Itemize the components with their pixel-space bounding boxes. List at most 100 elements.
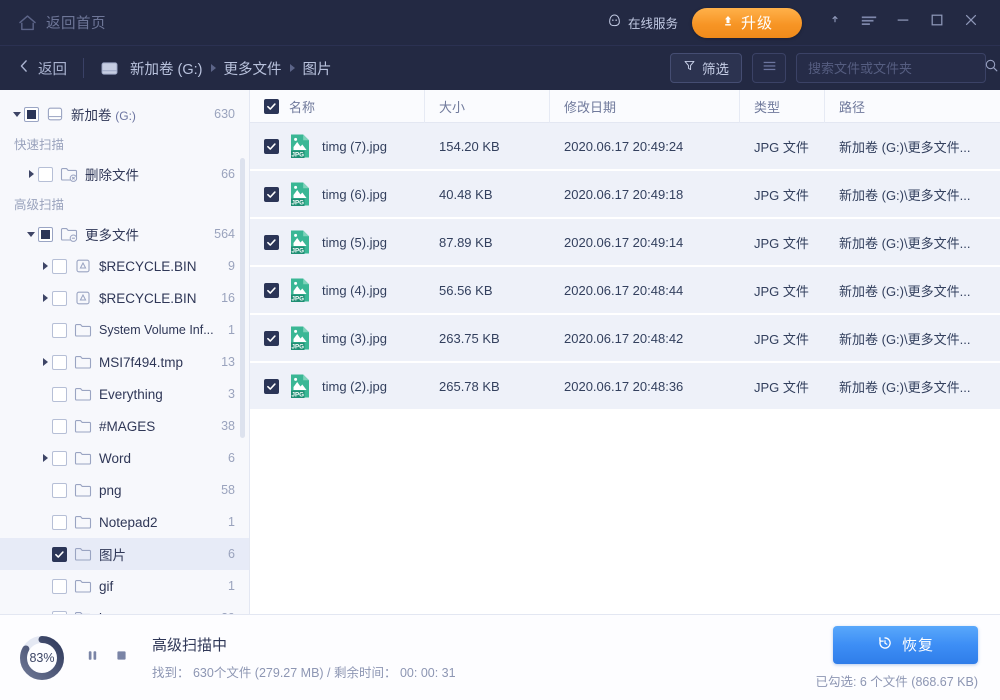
close-button[interactable] [954, 6, 988, 40]
tree-item-1-9[interactable]: Notepad21 [0, 506, 249, 538]
column-header-name[interactable]: 名称 [250, 90, 425, 123]
tree-toggle[interactable] [38, 294, 52, 302]
row-checkbox[interactable] [264, 187, 279, 202]
tree-item-1-1[interactable]: $RECYCLE.BIN9 [0, 250, 249, 282]
row-checkbox[interactable] [264, 331, 279, 346]
tree-item-label: 图片 [99, 544, 220, 564]
restore-clock-icon [877, 635, 893, 654]
tree-checkbox[interactable] [52, 323, 67, 338]
breadcrumb-item-1[interactable]: 更多文件 [224, 58, 282, 79]
cell-path: 新加卷 (G:)\更多文件... [825, 219, 1000, 265]
tree-checkbox[interactable] [52, 451, 67, 466]
tree-checkbox[interactable] [52, 291, 67, 306]
tree-item-count: 13 [221, 355, 235, 369]
stop-button[interactable] [115, 649, 128, 667]
breadcrumb-item-0[interactable]: 新加卷 (G:) [130, 58, 203, 79]
column-header-type[interactable]: 类型 [740, 90, 825, 123]
tree-toggle[interactable] [38, 454, 52, 462]
tree-toggle[interactable] [38, 262, 52, 270]
tree-checkbox[interactable] [52, 387, 67, 402]
cell-date: 2020.06.17 20:48:42 [550, 315, 740, 361]
row-checkbox[interactable] [264, 379, 279, 394]
status-actions: 恢复 已勾选: 6 个文件 (868.67 KB) [815, 626, 978, 690]
filter-button[interactable]: 筛选 [670, 53, 742, 83]
tree-item-1-8[interactable]: png58 [0, 474, 249, 506]
upgrade-button[interactable]: 升级 [692, 8, 802, 38]
tree-checkbox[interactable] [52, 483, 67, 498]
back-button[interactable]: 返回 [18, 58, 67, 79]
folder-icon [74, 578, 92, 594]
status-bar: 83% 高级扫描中 找到： 630个文 [0, 614, 1000, 700]
tree-checkbox[interactable] [24, 107, 39, 122]
row-checkbox[interactable] [264, 139, 279, 154]
file-name: timg (3).jpg [322, 331, 387, 346]
search-box[interactable] [796, 53, 986, 83]
chevron-down-icon [13, 112, 21, 117]
tree-item-1-7[interactable]: Word6 [0, 442, 249, 474]
chevron-right-icon [43, 358, 48, 366]
tree-toggle[interactable] [38, 358, 52, 366]
column-header-size[interactable]: 大小 [425, 90, 550, 123]
tree-item-1-11[interactable]: gif1 [0, 570, 249, 602]
export-button[interactable] [818, 6, 852, 40]
select-all-checkbox[interactable] [264, 99, 279, 114]
table-row[interactable]: JPGtimg (3).jpg263.75 KB2020.06.17 20:48… [250, 315, 1000, 361]
tree-item-1-0[interactable]: 更多文件564 [0, 218, 249, 250]
tree-checkbox[interactable] [52, 259, 67, 274]
tree-item-label: 新加卷 (G:) [71, 104, 206, 124]
tree-checkbox[interactable] [38, 167, 53, 182]
tree-checkbox[interactable] [38, 227, 53, 242]
tree-checkbox[interactable] [52, 355, 67, 370]
tree-checkbox[interactable] [52, 515, 67, 530]
tree-checkbox[interactable] [52, 419, 67, 434]
table-row[interactable]: JPGtimg (5).jpg87.89 KB2020.06.17 20:49:… [250, 219, 1000, 265]
tree-checkbox[interactable] [52, 547, 67, 562]
column-header-date[interactable]: 修改日期 [550, 90, 740, 123]
minimize-button[interactable] [886, 6, 920, 40]
search-input[interactable] [808, 61, 984, 76]
maximize-button[interactable] [920, 6, 954, 40]
tree-item-1-12[interactable]: jpg39 [0, 602, 249, 614]
chevron-left-icon [18, 58, 30, 79]
list-view-button[interactable] [752, 53, 786, 83]
home-button[interactable]: 返回首页 [18, 12, 106, 33]
tree-item-1-3[interactable]: System Volume Inf...1 [0, 314, 249, 346]
tree-item-1-4[interactable]: MSI7f494.tmp13 [0, 346, 249, 378]
file-name: timg (5).jpg [322, 235, 387, 250]
tree-item-1-10[interactable]: 图片 6 [0, 538, 249, 570]
tree-toggle[interactable] [24, 232, 38, 237]
pause-button[interactable] [86, 649, 99, 667]
table-header-row: 名称 大小 修改日期 类型 路径 [250, 90, 1000, 123]
tree-item-1-5[interactable]: Everything3 [0, 378, 249, 410]
tree-item-1-6[interactable]: #MAGES38 [0, 410, 249, 442]
tree-toggle[interactable] [24, 170, 38, 178]
tree-item-count: 9 [228, 259, 235, 273]
row-checkbox[interactable] [264, 283, 279, 298]
table-row[interactable]: JPGtimg (6).jpg40.48 KB2020.06.17 20:49:… [250, 171, 1000, 217]
recycle-icon [74, 290, 92, 306]
table-row[interactable]: JPGtimg (2).jpg265.78 KB2020.06.17 20:48… [250, 363, 1000, 409]
column-header-path[interactable]: 路径 [825, 90, 1000, 123]
tree-checkbox[interactable] [52, 579, 67, 594]
tree-checkbox[interactable] [52, 611, 67, 615]
table-row[interactable]: JPGtimg (4).jpg56.56 KB2020.06.17 20:48:… [250, 267, 1000, 313]
row-checkbox[interactable] [264, 235, 279, 250]
recover-button[interactable]: 恢复 [833, 626, 978, 664]
titlebar-right-group: 在线服务 升级 [607, 6, 988, 40]
tree-item-root[interactable]: 新加卷 (G:)630 [0, 98, 249, 130]
tree-item-count: 6 [228, 547, 235, 561]
tree-toggle[interactable] [10, 112, 24, 117]
cell-name: JPGtimg (7).jpg [250, 123, 425, 169]
sidebar-scrollbar[interactable] [240, 158, 245, 438]
table-row[interactable]: JPGtimg (7).jpg154.20 KB2020.06.17 20:49… [250, 123, 1000, 169]
cell-size: 87.89 KB [425, 219, 550, 265]
search-icon[interactable] [984, 58, 999, 78]
tree-item-1-2[interactable]: $RECYCLE.BIN16 [0, 282, 249, 314]
headset-icon [607, 13, 622, 33]
file-name: timg (7).jpg [322, 139, 387, 154]
tree-item-0-0[interactable]: 删除文件66 [0, 158, 249, 190]
menu-button[interactable] [852, 6, 886, 40]
recycle-icon [74, 258, 92, 274]
breadcrumb-item-2[interactable]: 图片 [303, 58, 332, 79]
online-service-button[interactable]: 在线服务 [607, 13, 678, 33]
